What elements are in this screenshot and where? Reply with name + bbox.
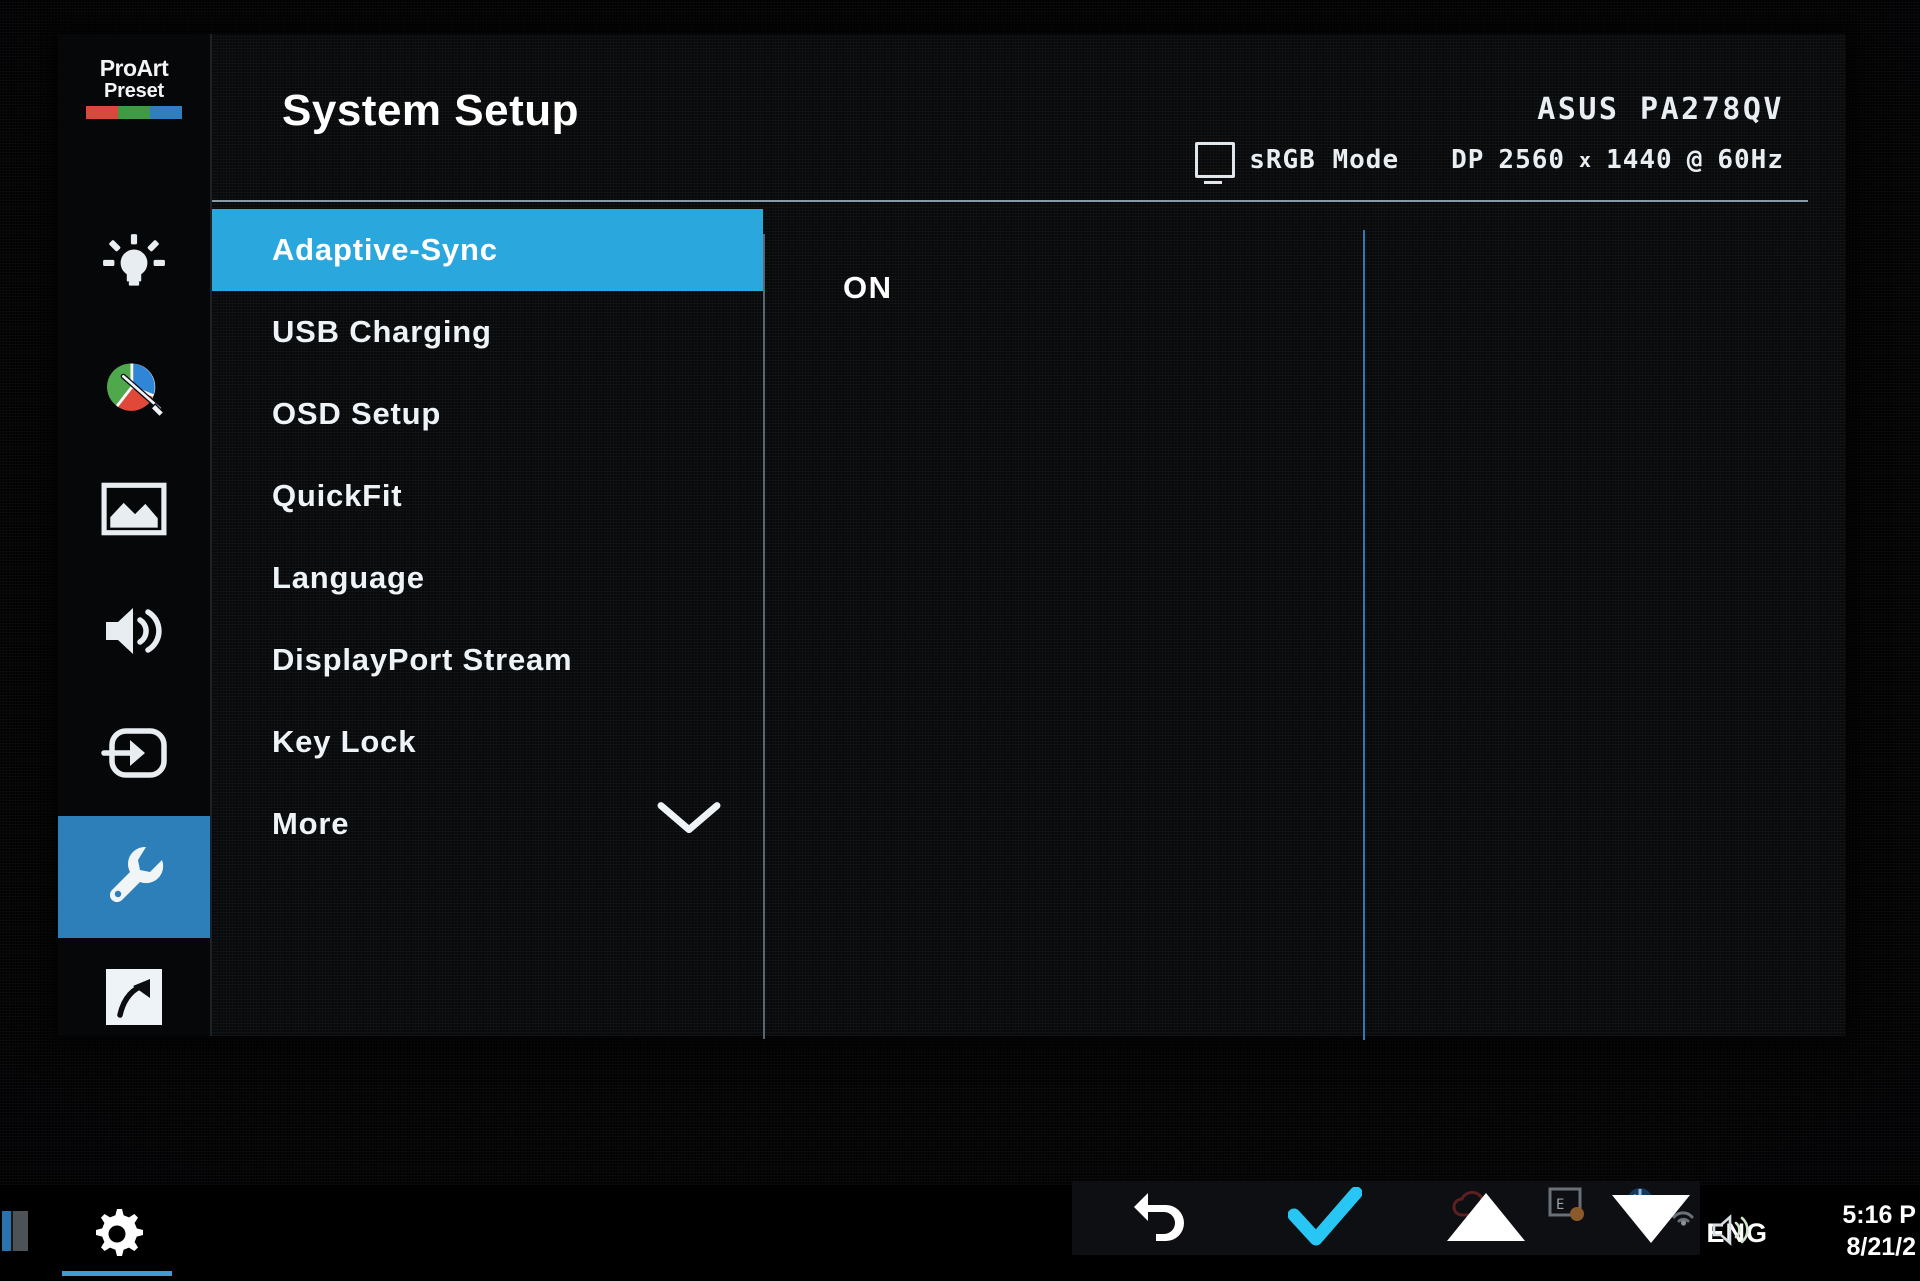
- settings-gear-icon[interactable]: [88, 1205, 146, 1263]
- down-icon[interactable]: [1608, 1191, 1694, 1251]
- menu-item-label: OSD Setup: [272, 396, 442, 431]
- menu-item-displayport-stream[interactable]: DisplayPort Stream: [210, 619, 763, 701]
- taskbar-active-indicator: [62, 1271, 172, 1276]
- menu-item-label: USB Charging: [272, 314, 492, 349]
- resolution-width: 2560: [1498, 145, 1566, 175]
- rail-item-sound[interactable]: [58, 572, 210, 694]
- preset-mode-label: sRGB Mode: [1249, 145, 1400, 175]
- header-divider: [96, 200, 1808, 202]
- menu-item-label: QuickFit: [272, 478, 403, 513]
- monitor-model-label: ASUS PA278QV: [1537, 92, 1784, 127]
- volume-icon[interactable]: [1710, 1211, 1756, 1253]
- rail-item-shortcut[interactable]: [58, 938, 210, 1060]
- speaker-icon: [100, 601, 168, 665]
- brand-line-1: ProArt: [99, 55, 169, 81]
- settings-menu-list: Adaptive-Sync USB Charging OSD Setup Qui…: [210, 209, 763, 865]
- menu-item-language[interactable]: Language: [210, 537, 763, 619]
- osd-header: System Setup ASUS PA278QV sRGB Mode DP 2…: [210, 34, 1846, 184]
- monitor-icon: [1195, 142, 1236, 184]
- value-panel-divider: [1363, 230, 1365, 1040]
- brand-color-bar: [86, 106, 182, 119]
- input-select-icon: [100, 727, 168, 783]
- display-settings-icon[interactable]: E: [1546, 1185, 1588, 1229]
- rail-item-color[interactable]: [58, 328, 210, 450]
- menu-item-more[interactable]: More: [210, 783, 763, 865]
- menu-item-label: Adaptive-Sync: [272, 232, 498, 267]
- brand-color-blue: [150, 106, 182, 119]
- menu-item-label: DisplayPort Stream: [272, 642, 573, 677]
- menu-value-divider: [763, 234, 765, 1039]
- rail-item-input-select[interactable]: [58, 694, 210, 816]
- brand-color-red: [86, 106, 118, 119]
- osd-icon-rail: ProArt Preset: [58, 34, 212, 1036]
- up-icon[interactable]: [1443, 1189, 1529, 1249]
- check-icon[interactable]: [1287, 1186, 1363, 1253]
- wrench-icon: [102, 843, 166, 911]
- resolution-separator: x: [1579, 148, 1593, 172]
- brand-line-2: Preset: [104, 80, 164, 102]
- input-source-label: DP: [1451, 145, 1485, 175]
- shortcut-arrow-icon: [104, 967, 164, 1031]
- taskbar-left-group: [0, 1185, 260, 1281]
- svg-text:E: E: [1556, 1197, 1564, 1213]
- back-icon[interactable]: [1128, 1187, 1190, 1249]
- rail-item-splendid[interactable]: [58, 206, 210, 328]
- osd-status-line: sRGB Mode DP 2560 x 1440 @ 60Hz: [1195, 142, 1784, 184]
- menu-item-label: More: [272, 806, 350, 841]
- image-icon: [101, 481, 167, 541]
- rail-item-system-setup[interactable]: [58, 816, 210, 938]
- menu-item-usb-charging[interactable]: USB Charging: [210, 291, 763, 373]
- chevron-down-icon: [653, 798, 725, 846]
- proart-preset-logo: ProArt Preset: [80, 56, 188, 119]
- start-icon[interactable]: [2, 1211, 28, 1251]
- refresh-rate: 60Hz: [1717, 145, 1784, 175]
- adaptive-sync-value: ON: [843, 270, 893, 305]
- page-title: System Setup: [282, 86, 579, 135]
- clock-date: 8/21/2: [1846, 1233, 1916, 1261]
- clock-widget[interactable]: 5:16 P 8/21/2: [1842, 1199, 1916, 1263]
- menu-item-quickfit[interactable]: QuickFit: [210, 455, 763, 537]
- osd-menu-window: ProArt Preset System Setup ASUS PA278QV …: [58, 34, 1846, 1040]
- menu-item-adaptive-sync[interactable]: Adaptive-Sync: [210, 209, 763, 291]
- rail-item-image[interactable]: [58, 450, 210, 572]
- menu-item-label: Language: [272, 560, 425, 595]
- menu-item-label: Key Lock: [272, 724, 417, 759]
- at-symbol: @: [1686, 145, 1704, 175]
- color-palette-icon: [100, 353, 168, 425]
- menu-item-key-lock[interactable]: Key Lock: [210, 701, 763, 783]
- brand-color-green: [118, 106, 150, 119]
- splendid-icon: [101, 232, 167, 302]
- clock-time: 5:16 P: [1842, 1201, 1916, 1229]
- menu-item-osd-setup[interactable]: OSD Setup: [210, 373, 763, 455]
- resolution-height: 1440: [1606, 145, 1673, 175]
